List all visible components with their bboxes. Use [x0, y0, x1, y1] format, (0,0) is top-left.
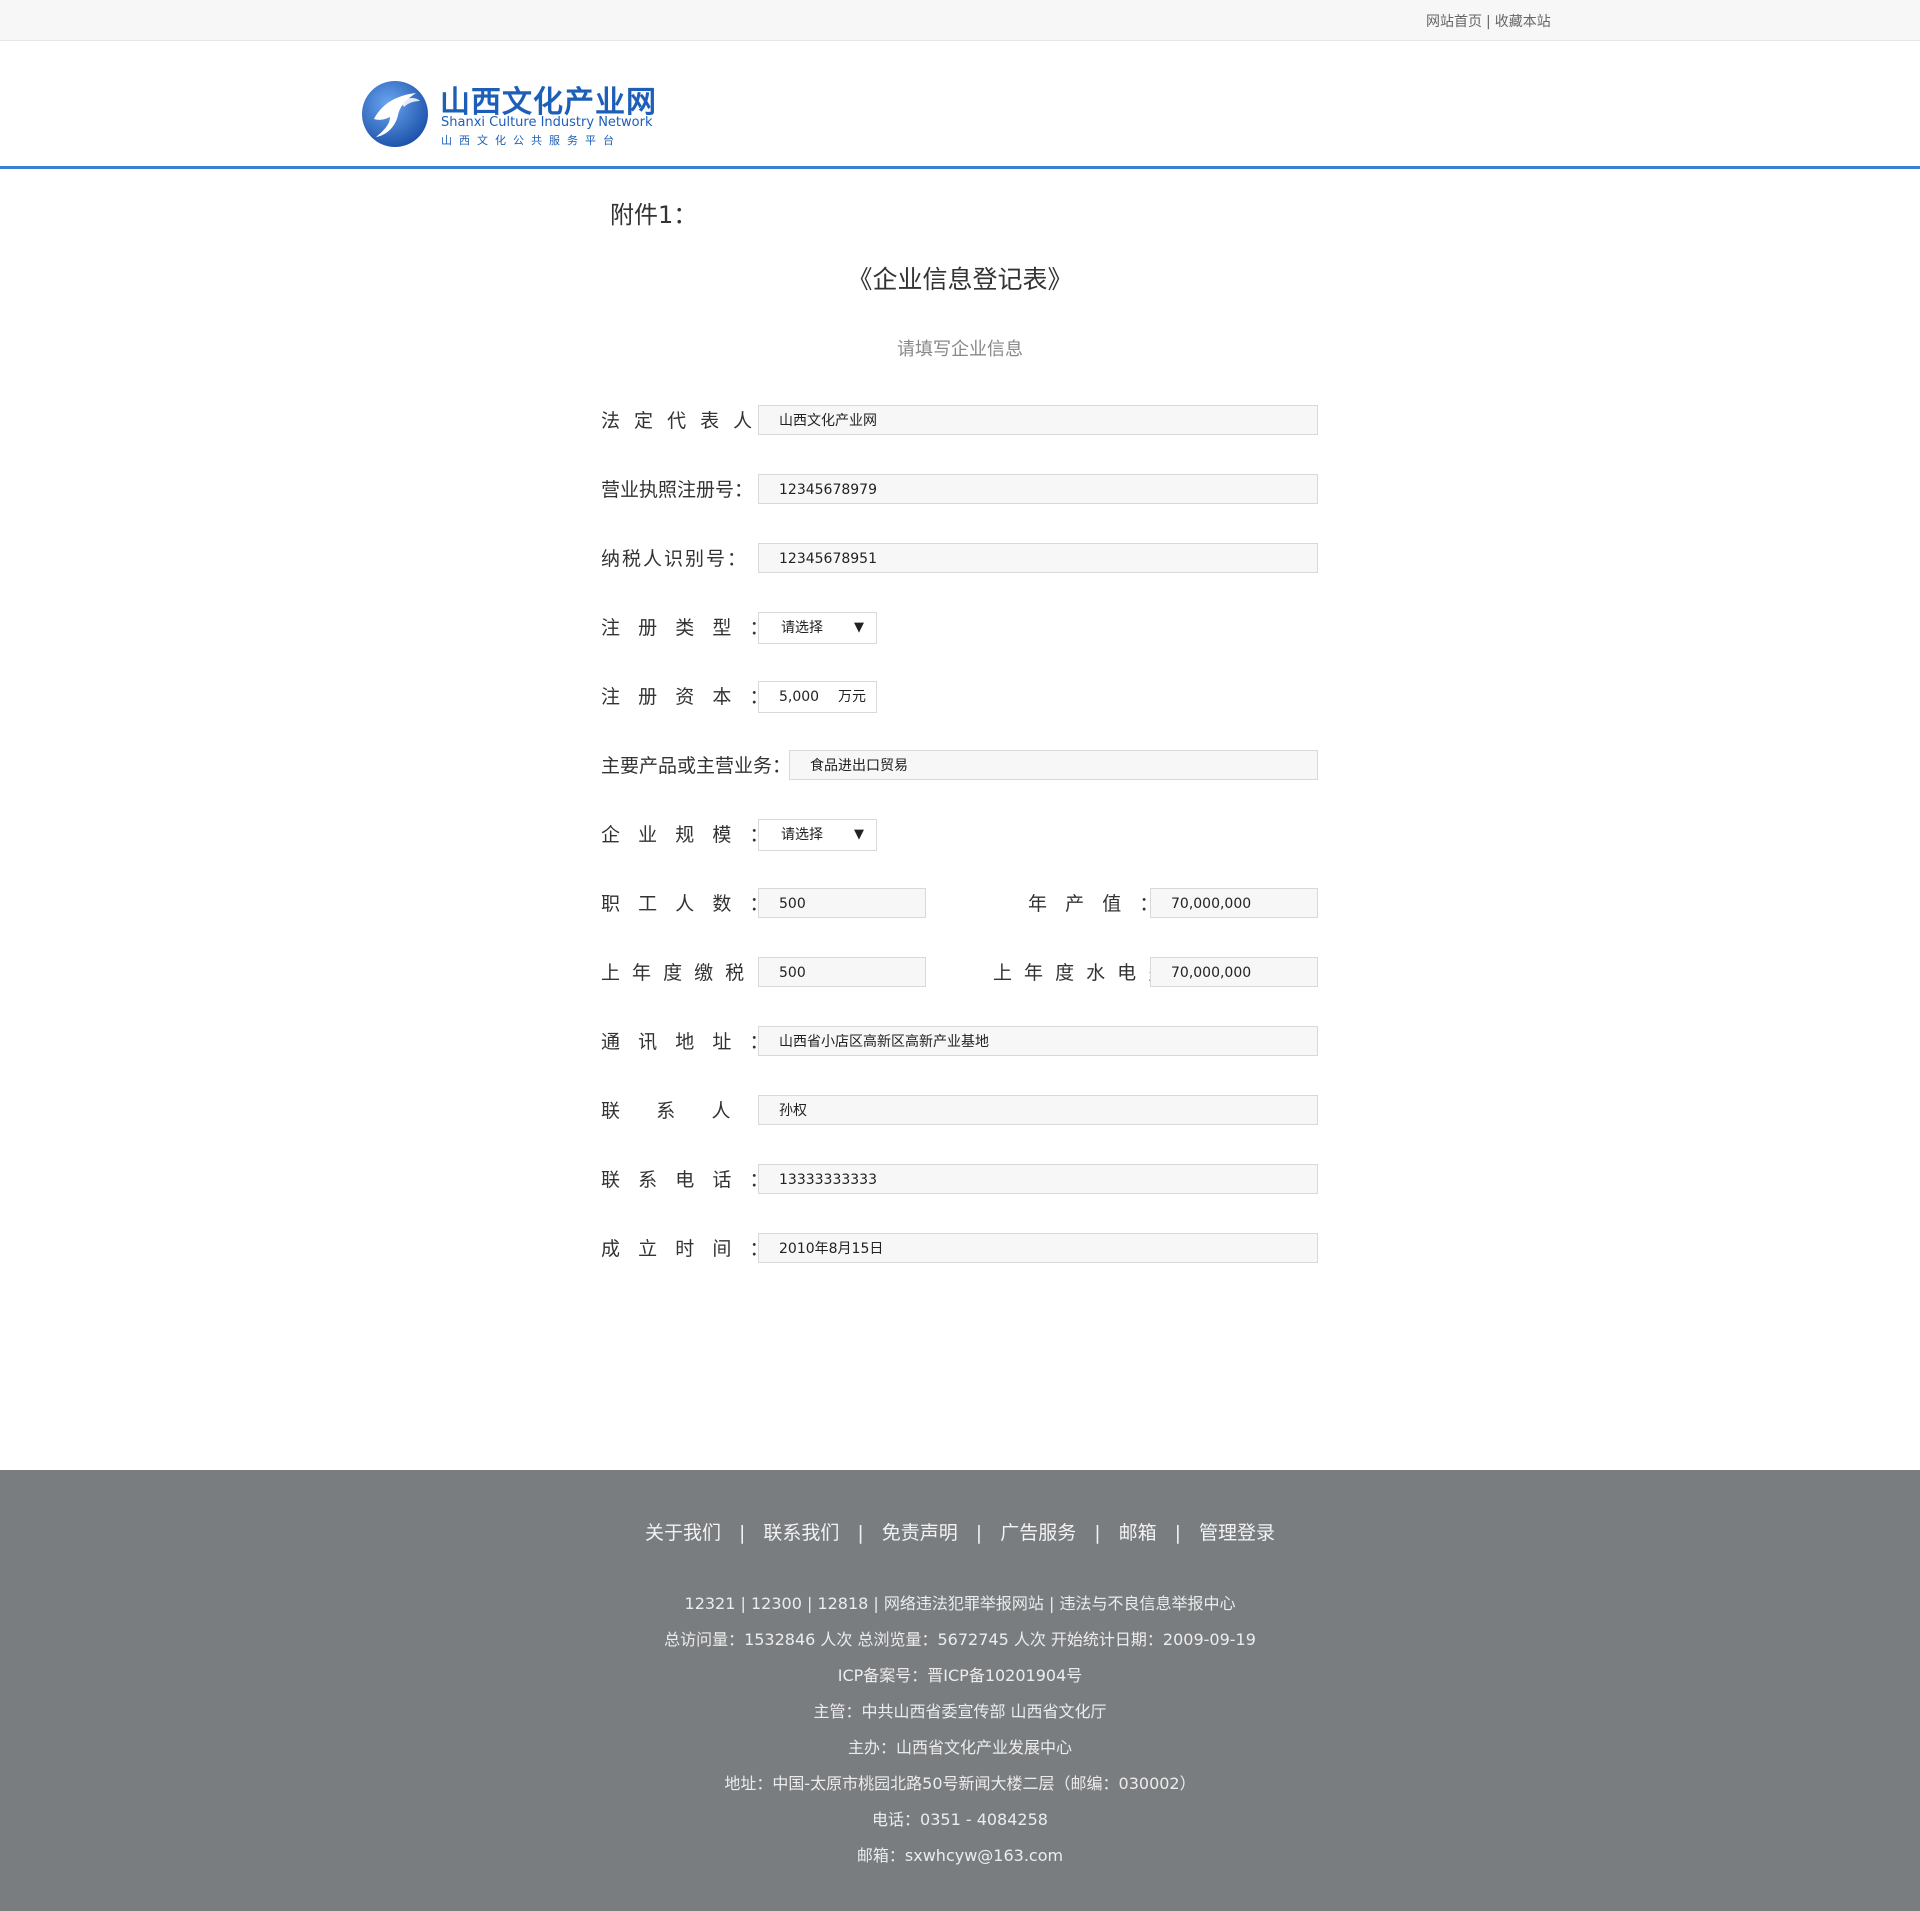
- contact-field[interactable]: 孙权: [758, 1095, 1318, 1125]
- page-title: 《企业信息登记表》: [847, 265, 1073, 294]
- reg-capital-field[interactable]: 5,000 万元: [758, 681, 877, 713]
- employees-field[interactable]: 500: [758, 888, 926, 918]
- legal-rep-field[interactable]: 山西文化产业网: [758, 405, 1318, 435]
- footer-link-disclaimer[interactable]: 免责声明: [882, 1522, 958, 1544]
- logo-name-en: Shanxi Culture Industry Network: [441, 115, 653, 130]
- footer-phone: 电话：0351 - 4084258: [872, 1810, 1048, 1829]
- footer-address: 地址：中国-太原市桃园北路50号新闻大楼二层（邮编：030002）: [724, 1774, 1196, 1793]
- scale-label: 企 业 规 模 ：: [601, 824, 769, 846]
- footer-link-contact[interactable]: 联系我们: [763, 1522, 839, 1544]
- address-field[interactable]: 山西省小店区高新区高新产业基地: [758, 1026, 1318, 1056]
- form-subtitle: 请填写企业信息: [897, 339, 1023, 360]
- footer-email[interactable]: 邮箱：sxwhcyw@163.com: [0, 1838, 1920, 1874]
- phone-field[interactable]: 13333333333: [758, 1164, 1318, 1194]
- site-logo[interactable]: 山西文化产业网 Shanxi Culture Industry Network …: [360, 77, 656, 151]
- annual-output-field[interactable]: 70,000,000: [1150, 888, 1318, 918]
- last-year-tax-label: 上 年 度 缴 税 ：: [601, 962, 779, 984]
- license-no-field[interactable]: 12345678979: [758, 474, 1318, 504]
- last-year-tax-field[interactable]: 500: [758, 957, 926, 987]
- logo-emblem-icon: [362, 81, 428, 147]
- footer-nav-separator: |: [738, 1522, 746, 1544]
- footer-link-admin-login[interactable]: 管理登录: [1199, 1522, 1275, 1544]
- caret-down-icon: ▼: [854, 620, 864, 635]
- footer-nav-separator: |: [1174, 1522, 1182, 1544]
- phone-label: 联 系 电 话 ：: [601, 1169, 769, 1191]
- footer-hotlines[interactable]: 12321 | 12300 | 12818 | 网络违法犯罪举报网站 | 违法与…: [0, 1586, 1920, 1622]
- site-header: 山西文化产业网 Shanxi Culture Industry Network …: [0, 41, 1920, 169]
- footer-info: 12321 | 12300 | 12818 | 网络违法犯罪举报网站 | 违法与…: [0, 1586, 1920, 1874]
- main-business-field[interactable]: 食品进出口贸易: [789, 750, 1318, 780]
- footer-icp[interactable]: ICP备案号：晋ICP备10201904号: [0, 1658, 1920, 1694]
- reg-type-value: 请选择: [781, 620, 823, 636]
- last-year-utilities-field[interactable]: 70,000,000: [1150, 957, 1318, 987]
- footer-nav-separator: |: [975, 1522, 983, 1544]
- footer-organizer: 主办：山西省文化产业发展中心: [847, 1738, 1072, 1757]
- bookmark-link[interactable]: 收藏本站: [1495, 14, 1551, 30]
- top-utility-bar: 网站首页 | 收藏本站: [0, 0, 1920, 41]
- reg-capital-label: 注 册 资 本 ：: [601, 686, 769, 708]
- attachment-label: 附件1：: [610, 201, 698, 229]
- reg-type-label: 注 册 类 型 ：: [601, 617, 769, 639]
- founded-label: 成 立 时 间 ：: [601, 1238, 769, 1260]
- footer-supervisor: 主管：中共山西省委宣传部 山西省文化厅: [813, 1702, 1107, 1721]
- top-links: 网站首页 | 收藏本站: [1426, 11, 1551, 31]
- scale-value: 请选择: [781, 827, 823, 843]
- footer-link-mail[interactable]: 邮箱: [1119, 1522, 1157, 1544]
- annual-output-label: 年 产 值 ：: [1028, 893, 1159, 915]
- home-link[interactable]: 网站首页: [1426, 14, 1482, 30]
- reg-type-select[interactable]: 请选择 ▼: [758, 612, 877, 644]
- footer-nav-separator: |: [1094, 1522, 1101, 1544]
- main-business-label: 主要产品或主营业务：: [601, 755, 792, 777]
- footer-stats: 总访问量：1532846 人次 总浏览量：5672745 人次 开始统计日期：2…: [664, 1630, 1256, 1649]
- tax-id-field[interactable]: 12345678951: [758, 543, 1318, 573]
- address-label: 通 讯 地 址 ：: [601, 1031, 769, 1053]
- top-link-separator: |: [1486, 14, 1491, 30]
- footer-link-ads[interactable]: 广告服务: [1000, 1522, 1076, 1544]
- reg-capital-value: 5,000: [779, 689, 820, 705]
- site-footer: 关于我们 | 联系我们 | 免责声明 | 广告服务 | 邮箱 | 管理登录 12321 | 1230…: [0, 1470, 1920, 1911]
- tax-id-label: 纳税人识别号：: [601, 548, 749, 570]
- reg-capital-unit: 万元: [838, 689, 866, 705]
- caret-down-icon: ▼: [854, 827, 864, 842]
- logo-tagline: 山西文化公共服务平台: [441, 134, 621, 147]
- footer-nav-separator: |: [857, 1522, 864, 1544]
- employees-label: 职 工 人 数 ：: [601, 893, 769, 915]
- scale-select[interactable]: 请选择 ▼: [758, 819, 877, 851]
- founded-field[interactable]: 2010年8月15日: [758, 1233, 1318, 1263]
- footer-nav: 关于我们 | 联系我们 | 免责声明 | 广告服务 | 邮箱 | 管理登录: [0, 1518, 1920, 1545]
- license-no-label: 营业执照注册号：: [601, 479, 754, 501]
- footer-link-about[interactable]: 关于我们: [645, 1522, 721, 1544]
